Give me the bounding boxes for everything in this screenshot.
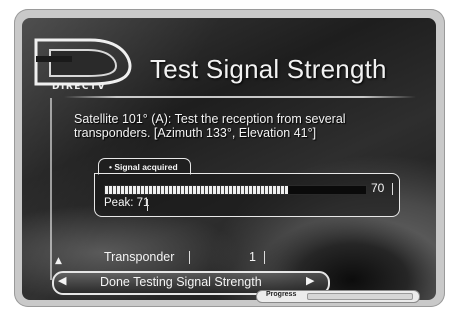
left-rail-divider [50, 98, 52, 280]
logo-text: DIRECTV [52, 82, 107, 92]
transponder-label: Transponder [104, 250, 175, 264]
tv-screen: DIRECTV Test Signal Strength Satellite 1… [22, 18, 436, 300]
done-testing-label: Done Testing Signal Strength [100, 275, 262, 289]
title-divider [64, 96, 416, 98]
satellite-description: Satellite 101° (A): Test the reception f… [74, 112, 346, 140]
left-arrow-icon[interactable]: ◀ [58, 274, 66, 287]
progress-label: Progress [266, 291, 297, 298]
peak-bracket [143, 199, 148, 211]
page-title: Test Signal Strength [150, 54, 387, 84]
up-arrow-icon[interactable]: ▲ [55, 256, 62, 266]
directv-logo-icon [34, 38, 132, 86]
signal-strength-meter [104, 185, 367, 195]
transponder-value[interactable]: 1 [249, 250, 256, 264]
transponder-bracket [185, 251, 190, 264]
signal-strength-value: 70 [371, 181, 385, 195]
value-bracket [388, 183, 393, 195]
signal-meter-panel [94, 173, 400, 217]
right-arrow-icon[interactable]: ▶ [306, 274, 314, 287]
signal-strength-fill [105, 186, 288, 194]
progress-track [307, 293, 413, 300]
transponder-value-bracket [260, 251, 265, 264]
